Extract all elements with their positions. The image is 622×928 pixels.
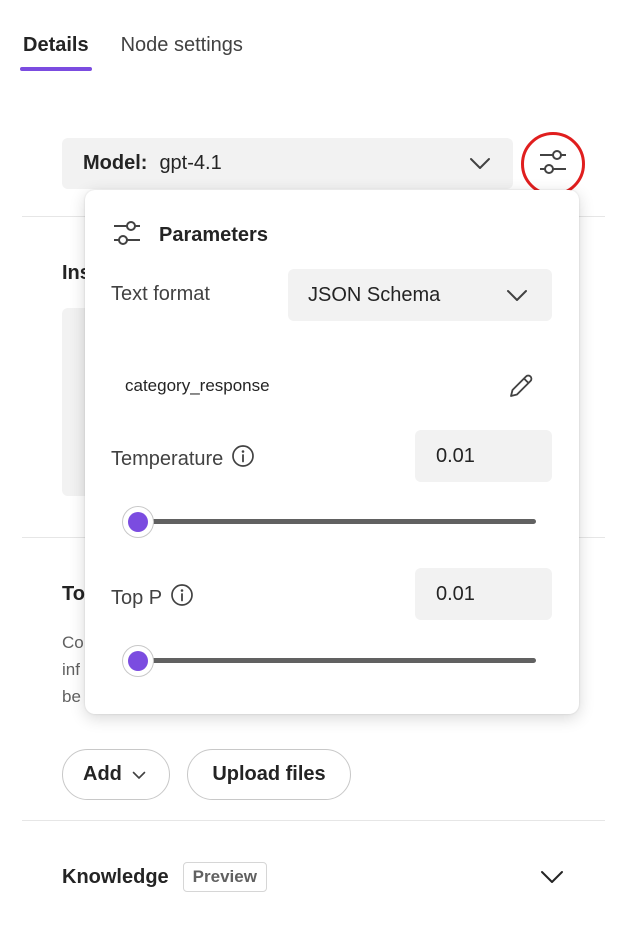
temperature-slider[interactable] bbox=[122, 506, 536, 538]
info-icon[interactable] bbox=[231, 444, 255, 474]
text-format-label: Text format bbox=[111, 283, 210, 305]
tools-heading: To bbox=[62, 583, 85, 605]
tab-details[interactable]: Details bbox=[20, 30, 92, 71]
chevron-down-icon[interactable] bbox=[540, 870, 564, 889]
knowledge-title: Knowledge bbox=[62, 865, 169, 888]
sliders-icon bbox=[538, 148, 568, 181]
divider bbox=[22, 820, 605, 821]
tools-description-line: inf bbox=[62, 660, 80, 679]
upload-files-button[interactable]: Upload files bbox=[187, 749, 351, 800]
parameters-button[interactable] bbox=[521, 132, 585, 196]
tools-description-line: be bbox=[62, 687, 81, 706]
tab-node-settings[interactable]: Node settings bbox=[118, 30, 246, 71]
model-label: Model: bbox=[83, 152, 148, 174]
info-icon[interactable] bbox=[170, 583, 194, 613]
text-format-value: JSON Schema bbox=[308, 283, 441, 306]
parameters-header: Parameters bbox=[113, 220, 268, 251]
chevron-down-icon bbox=[506, 286, 528, 309]
knowledge-section-header: Knowledge Preview bbox=[62, 862, 267, 892]
model-dropdown[interactable]: Model: gpt-4.1 bbox=[62, 138, 513, 189]
tab-bar: Details Node settings bbox=[20, 30, 246, 71]
model-value: gpt-4.1 bbox=[159, 152, 222, 174]
temperature-label-row: Temperature bbox=[111, 444, 255, 474]
add-button[interactable]: Add bbox=[62, 749, 170, 800]
sliders-icon bbox=[113, 220, 141, 251]
temperature-label: Temperature bbox=[111, 447, 224, 470]
slider-thumb[interactable] bbox=[122, 645, 154, 677]
text-format-dropdown[interactable]: JSON Schema bbox=[288, 269, 552, 321]
pencil-icon[interactable] bbox=[505, 370, 537, 407]
top-p-label: Top P bbox=[111, 586, 163, 609]
temperature-input[interactable]: 0.01 bbox=[415, 430, 552, 482]
chevron-down-icon bbox=[132, 763, 146, 786]
tools-description-line: Co bbox=[62, 633, 84, 652]
add-button-label: Add bbox=[83, 763, 122, 785]
preview-badge: Preview bbox=[182, 862, 267, 892]
chevron-down-icon bbox=[469, 154, 491, 177]
top-p-input[interactable]: 0.01 bbox=[415, 568, 552, 620]
parameters-title: Parameters bbox=[159, 224, 268, 246]
parameters-popover: Parameters Text format JSON Schema categ… bbox=[85, 190, 579, 714]
top-p-label-row: Top P bbox=[111, 583, 194, 613]
slider-thumb[interactable] bbox=[122, 506, 154, 538]
schema-name: category_response bbox=[125, 376, 270, 395]
slider-track bbox=[134, 658, 536, 663]
slider-track bbox=[134, 519, 536, 524]
top-p-slider[interactable] bbox=[122, 645, 536, 677]
